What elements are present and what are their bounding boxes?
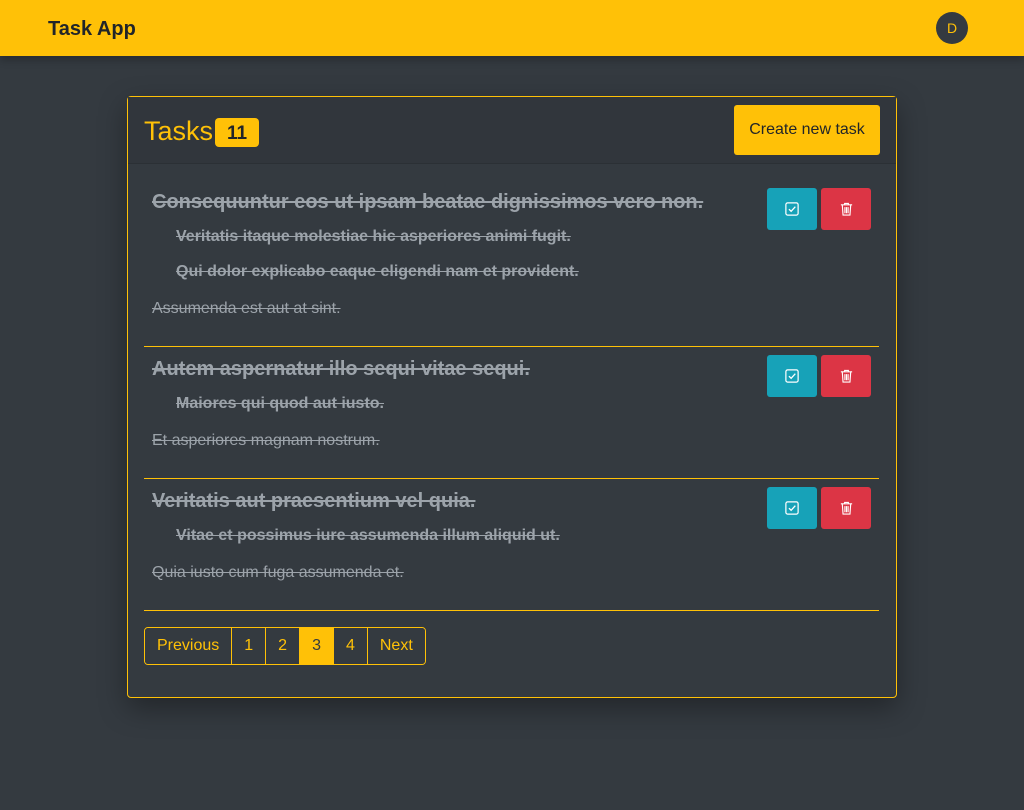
task-description: Assumenda est aut at sint. [152, 300, 341, 317]
pagination-page-1[interactable]: 1 [231, 628, 266, 664]
user-avatar[interactable]: D [936, 12, 968, 44]
card-header: Tasks 11 Create new task [128, 97, 896, 164]
create-task-button[interactable]: Create new task [734, 105, 880, 155]
subtask-item: Maiores qui quod aut iusto. [176, 395, 384, 412]
delete-task-button[interactable] [821, 487, 871, 529]
task-description: Et asperiores magnam nostrum. [152, 432, 380, 449]
delete-task-button[interactable] [821, 188, 871, 230]
pagination: Previous 1 2 3 4 Next [144, 627, 426, 665]
subtask-item: Veritatis itaque molestiae hic asperiore… [176, 228, 571, 245]
complete-task-button[interactable] [767, 188, 817, 230]
navbar: Task App D [0, 0, 1024, 56]
task-item: Veritatis aut praesentium vel quia. Vita… [144, 479, 879, 611]
pagination-page-3[interactable]: 3 [299, 628, 333, 664]
task-title: Veritatis aut praesentium vel quia. [152, 490, 476, 512]
delete-task-button[interactable] [821, 355, 871, 397]
trash-icon [840, 202, 852, 216]
task-divider [144, 610, 879, 611]
check-square-icon [785, 369, 799, 383]
subtask-item: Qui dolor explicabo eaque eligendi nam e… [176, 263, 579, 280]
pagination-next[interactable]: Next [366, 628, 425, 664]
tasks-card: Tasks 11 Create new task Consequuntur eo… [127, 96, 897, 698]
check-square-icon [785, 202, 799, 216]
pagination-page-4[interactable]: 4 [332, 628, 367, 664]
trash-icon [840, 369, 852, 383]
task-description: Quia iusto cum fuga assumenda et. [152, 564, 404, 581]
complete-task-button[interactable] [767, 355, 817, 397]
subtask-item: Vitae et possimus iure assumenda illum a… [176, 527, 560, 544]
page-title: Tasks [144, 116, 214, 146]
task-item: Autem aspernatur illo sequi vitae sequi.… [144, 347, 879, 479]
task-title: Consequuntur eos ut ipsam beatae digniss… [152, 191, 704, 213]
task-item: Consequuntur eos ut ipsam beatae digniss… [144, 164, 879, 347]
task-count-badge: 11 [215, 118, 259, 147]
task-title: Autem aspernatur illo sequi vitae sequi. [152, 358, 530, 380]
pagination-previous[interactable]: Previous [145, 628, 232, 664]
app-brand[interactable]: Task App [48, 17, 136, 41]
pagination-page-2[interactable]: 2 [265, 628, 300, 664]
complete-task-button[interactable] [767, 487, 817, 529]
trash-icon [840, 501, 852, 515]
check-square-icon [785, 501, 799, 515]
